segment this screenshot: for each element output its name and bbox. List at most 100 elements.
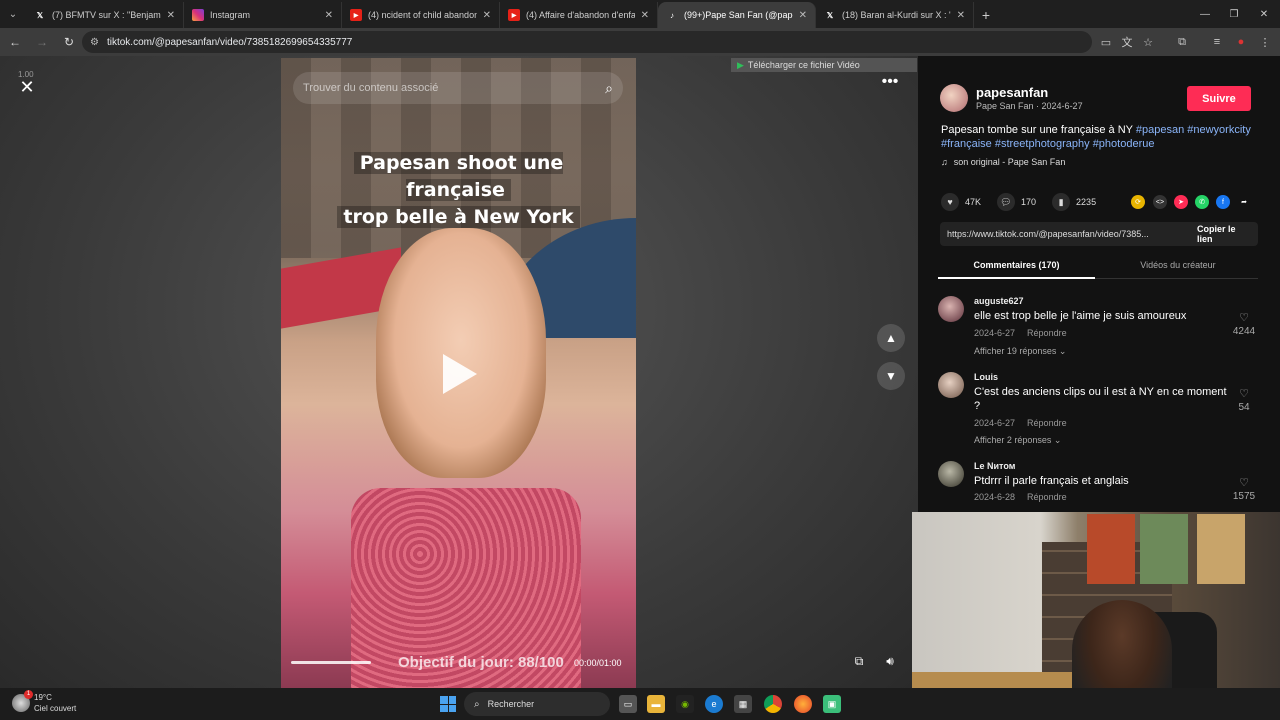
comment-username[interactable]: Le Nитом [974, 461, 1015, 471]
profile-avatar-icon[interactable]: ● [1233, 35, 1249, 49]
minimize-icon[interactable]: — [1189, 0, 1221, 28]
site-info-icon[interactable]: ⚙ [90, 37, 99, 48]
comment-text: C'est des anciens clips ou il est à NY e… [974, 386, 1227, 412]
hashtag[interactable]: #papesan [1136, 124, 1184, 136]
windows-start-icon[interactable] [440, 696, 456, 712]
chrome-icon[interactable] [764, 695, 782, 713]
show-replies-button[interactable]: Afficher 2 réponses ⌄ [974, 435, 1061, 446]
music-link[interactable]: ♫ son original - Pape San Fan [941, 157, 1065, 167]
tab-search-menu-button[interactable]: ⌄ [0, 0, 26, 28]
store-icon[interactable]: ▦ [734, 695, 752, 713]
repost-icon[interactable]: ⟳ [1131, 195, 1145, 209]
like-count: 47K [965, 197, 982, 207]
tab-0[interactable]: 𝕏 (7) BFMTV sur X : "Benjamin Ne ✕ [26, 2, 184, 28]
cast-icon[interactable]: ▭ [1098, 35, 1114, 49]
restore-icon[interactable]: ❐ [1218, 0, 1250, 28]
task-view-icon[interactable]: ▭ [619, 695, 637, 713]
tab-creator-videos[interactable]: Vidéos du créateur [1098, 257, 1258, 279]
author-name-date: Pape San Fan · 2024-6-27 [976, 101, 1083, 111]
author-username[interactable]: papesanfan [976, 85, 1048, 100]
comment-like[interactable]: ♡ 54 [1224, 387, 1264, 413]
weather-condition: Ciel couvert [34, 704, 77, 713]
hashtag[interactable]: #française [941, 138, 992, 150]
comment-icon[interactable]: 💬︎ [997, 193, 1016, 211]
reload-icon[interactable]: ↻ [57, 30, 81, 54]
tab-close-icon[interactable]: ✕ [167, 10, 175, 21]
more-options-icon[interactable]: ••• [876, 74, 904, 94]
tab-close-icon[interactable]: ✕ [957, 10, 965, 21]
comment-like[interactable]: ♡ 4244 [1224, 311, 1264, 337]
tab-close-icon[interactable]: ✕ [483, 10, 491, 21]
tab-close-icon[interactable]: ✕ [799, 10, 807, 21]
avatar[interactable] [940, 84, 968, 112]
comment-like[interactable]: ♡ 1575 [1224, 476, 1264, 502]
avatar[interactable] [938, 296, 964, 322]
media-control-icon[interactable]: ≡ [1209, 35, 1225, 49]
send-icon[interactable]: ➤ [1174, 195, 1188, 209]
hashtag[interactable]: #newyorkcity [1187, 124, 1251, 136]
edge-icon[interactable]: e [705, 695, 723, 713]
volume-icon[interactable]: 🔊︎ [881, 652, 899, 670]
app-icon[interactable]: ▣ [823, 695, 841, 713]
translate-icon[interactable]: 文 [1119, 35, 1135, 49]
comment-username[interactable]: Louis [974, 372, 998, 382]
play-icon[interactable] [443, 354, 477, 394]
firefox-icon[interactable] [794, 695, 812, 713]
reply-button[interactable]: Répondre [1027, 328, 1067, 338]
related-content-search[interactable]: Trouver du contenu associé ⌕ [293, 72, 623, 104]
tab-comments[interactable]: Commentaires (170) [938, 257, 1095, 279]
share-arrow-icon[interactable]: ➦ [1237, 195, 1251, 209]
bookmark-star-icon[interactable]: ☆ [1140, 35, 1156, 49]
back-arrow-icon[interactable]: ← [3, 30, 27, 54]
show-replies-button[interactable]: Afficher 19 réponses ⌄ [974, 346, 1066, 357]
taskbar-search[interactable]: ⌕ Rechercher [464, 692, 610, 716]
tiktok-icon: ♪ [670, 10, 674, 20]
reply-button[interactable]: Répondre [1027, 492, 1067, 502]
search-icon: ⌕ [474, 698, 480, 710]
comment-like-count: 4244 [1232, 326, 1256, 337]
tab-close-icon[interactable]: ✕ [325, 10, 333, 21]
picture-in-picture-icon[interactable]: ⧉ [850, 652, 868, 670]
browser-menu-icon[interactable]: ⋮ [1257, 35, 1273, 49]
copy-link-button[interactable]: Copier le lien [1191, 222, 1258, 246]
tab-5[interactable]: 𝕏 (18) Baran al-Kurdi sur X : "@pa ✕ [816, 2, 974, 28]
forward-arrow-icon[interactable]: → [30, 30, 54, 54]
tab-close-icon[interactable]: ✕ [641, 10, 649, 21]
new-tab-button[interactable]: + [974, 2, 998, 28]
tab-2[interactable]: ▶ (4) ncident of child abandonme ✕ [342, 2, 500, 28]
heart-icon[interactable]: ♥ [941, 193, 959, 211]
extensions-icon[interactable]: ⧉ [1174, 35, 1190, 49]
tab-4[interactable]: ♪ (99+)Pape San Fan (@papesanf ✕ [658, 2, 816, 28]
heart-icon[interactable]: ♡ [1224, 311, 1264, 324]
heart-icon[interactable]: ♡ [1224, 476, 1264, 489]
weather-widget[interactable]: 1 19°C Ciel couvert [12, 690, 77, 714]
whatsapp-icon[interactable]: ✆ [1195, 195, 1209, 209]
video-player[interactable]: Trouver du contenu associé ⌕ Papesan sho… [281, 58, 636, 688]
tab-3[interactable]: ▶ (4) Affaire d'abandon d'enfants ✕ [500, 2, 658, 28]
search-icon[interactable]: ⌕ [605, 80, 613, 97]
tab-1[interactable]: Instagram ✕ [184, 2, 342, 28]
file-explorer-icon[interactable]: ▬ [647, 695, 665, 713]
heart-icon[interactable]: ♡ [1224, 387, 1264, 400]
download-extension-bar[interactable]: ▶ Télécharger ce fichier Vidéo [731, 58, 917, 72]
youtube-icon: ▶ [508, 9, 520, 21]
next-video-chevron-down-icon[interactable]: ▼ [877, 362, 905, 390]
reply-button[interactable]: Répondre [1027, 418, 1067, 428]
tab-title: (4) ncident of child abandonme [368, 10, 477, 20]
close-icon[interactable]: ✕ [14, 74, 40, 100]
copy-link-box: https://www.tiktok.com/@papesanfan/video… [940, 222, 1258, 246]
previous-video-chevron-up-icon[interactable]: ▲ [877, 324, 905, 352]
hashtag[interactable]: #streetphotography [995, 138, 1090, 150]
hashtag[interactable]: #photoderue [1093, 138, 1155, 150]
avatar[interactable] [938, 461, 964, 487]
bookmark-icon[interactable]: ▮ [1052, 193, 1071, 211]
avatar[interactable] [938, 372, 964, 398]
embed-icon[interactable]: <> [1153, 195, 1167, 209]
follow-button[interactable]: Suivre [1187, 86, 1251, 111]
address-bar[interactable]: ⚙ tiktok.com/@papesanfan/video/738518269… [82, 31, 1092, 53]
facebook-icon[interactable]: f [1216, 195, 1230, 209]
close-window-icon[interactable]: ✕ [1248, 0, 1280, 28]
comment-username[interactable]: auguste627 [974, 296, 1024, 306]
video-progress-bar[interactable] [291, 661, 371, 664]
nvidia-icon[interactable]: ◉ [676, 695, 694, 713]
